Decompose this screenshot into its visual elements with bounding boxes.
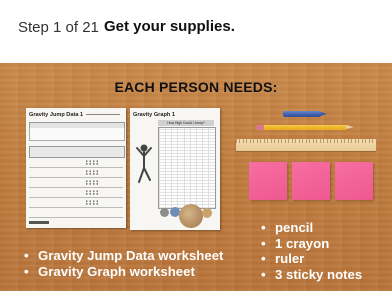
worksheet1-data-row — [29, 178, 123, 188]
worksheet1-title: Gravity Jump Data 1 — [29, 112, 84, 118]
worksheet1-data-row — [29, 198, 123, 208]
tally-dots — [85, 170, 99, 175]
sticky-note-icon — [292, 162, 330, 200]
planet-icon — [202, 208, 212, 218]
worksheet1-data-header — [29, 146, 125, 158]
worksheet2-chart-title: How High Could I Jump? — [158, 120, 214, 126]
crayon-icon — [283, 111, 321, 117]
tally-dots — [85, 200, 99, 205]
step-title: Get your supplies. — [104, 18, 235, 35]
worksheet1-data-row — [29, 188, 123, 198]
pencil-eraser-icon — [256, 125, 264, 130]
worksheet2-title: Gravity Graph 1 — [133, 112, 175, 118]
list-item: Gravity Graph worksheet — [24, 264, 223, 280]
jupiter-icon — [179, 204, 203, 228]
worksheet1-logo — [29, 221, 49, 224]
tally-dots — [85, 160, 99, 165]
tally-dots — [85, 190, 99, 195]
worksheet1-table-row — [29, 134, 125, 141]
worksheets-list: Gravity Jump Data worksheet Gravity Grap… — [24, 248, 223, 279]
worksheet2-graph-grid — [158, 127, 216, 209]
planet-icon — [160, 208, 169, 217]
slide-image: EACH PERSON NEEDS: Gravity Jump Data 1 G… — [0, 63, 392, 291]
sticky-note-icon — [249, 162, 287, 200]
step-counter: Step 1 of 21 — [18, 19, 99, 36]
step-header: Step 1 of 21 Get your supplies. — [0, 0, 392, 63]
list-item: 1 crayon — [261, 236, 362, 252]
jumping-person-icon — [136, 144, 152, 183]
worksheet1-data-row — [29, 208, 123, 218]
crayon-tip-icon — [321, 112, 327, 116]
gravity-jump-data-worksheet-image: Gravity Jump Data 1 — [26, 108, 126, 228]
worksheet1-data-row — [29, 158, 123, 168]
needs-heading: EACH PERSON NEEDS: — [114, 79, 278, 95]
list-item: Gravity Jump Data worksheet — [24, 248, 223, 264]
tally-dots — [85, 180, 99, 185]
sticky-note-icon — [335, 162, 373, 200]
supplies-list: pencil 1 crayon ruler 3 sticky notes — [261, 220, 362, 282]
list-item: pencil — [261, 220, 362, 236]
pencil-icon — [264, 125, 346, 130]
worksheet1-data-row — [29, 168, 123, 178]
name-line — [86, 114, 120, 115]
pencil-tip-icon — [346, 125, 354, 129]
list-item: 3 sticky notes — [261, 267, 362, 283]
gravity-graph-worksheet-image: Gravity Graph 1 How High Could I Jump? — [130, 108, 220, 230]
list-item: ruler — [261, 251, 362, 267]
ruler-icon — [236, 139, 376, 151]
